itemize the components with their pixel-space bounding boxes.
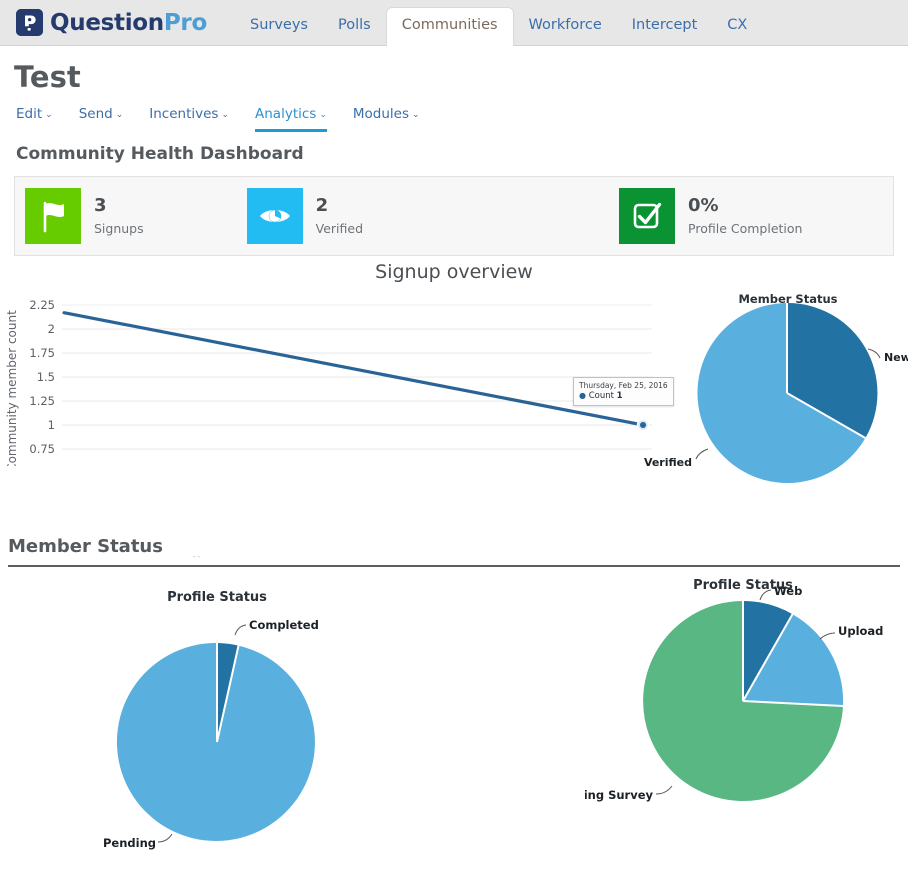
- pie-label-pending: Pending: [103, 836, 156, 850]
- y-tick-label: 2: [48, 322, 55, 336]
- leader-line: [867, 348, 881, 359]
- stat-signups-value: 3: [94, 195, 107, 217]
- chevron-down-icon: ⌄: [319, 110, 327, 120]
- pie-label-qualifying-survey: Qualifying Survey: [585, 788, 654, 802]
- stat-profile-completion-value: 0%: [688, 195, 719, 217]
- leader-line: [695, 448, 709, 460]
- profile-status-left-svg: Profile Status Completed Pending: [103, 590, 319, 850]
- eye-icon-svg: [259, 209, 290, 223]
- menu-item-analytics[interactable]: Analytics ⌄: [255, 106, 327, 132]
- tab-polls[interactable]: Polls: [323, 10, 386, 46]
- pie-slice-pending[interactable]: [116, 642, 315, 841]
- charts-bottom-row: Profile Status Completed Pending Profile…: [0, 567, 908, 872]
- stat-signups-text: 3 Signups: [94, 196, 144, 236]
- y-tick-label: 1.25: [29, 394, 55, 408]
- stat-card-profile-completion[interactable]: 0% Profile Completion: [619, 188, 802, 244]
- y-tick-label: 1.5: [37, 370, 55, 384]
- stat-verified-label: Verified: [315, 220, 364, 236]
- brand-name-question: Question: [50, 9, 164, 36]
- member-status-section-title: Member Status: [8, 536, 163, 557]
- menu-item-incentives[interactable]: Incentives ⌄: [149, 106, 229, 132]
- profile-status-left-title: Profile Status: [167, 590, 267, 605]
- questionpro-mark-svg: [16, 9, 43, 36]
- stat-card-signups[interactable]: 3 Signups: [25, 188, 144, 244]
- stat-signups-label: Signups: [94, 220, 144, 236]
- leader-line: [819, 632, 836, 640]
- pie-label-web: Web: [774, 584, 802, 598]
- stats-summary-bar: 3 Signups 2 Verified 0% Profile Completi…: [14, 176, 894, 256]
- stat-verified-value: 2: [315, 195, 329, 217]
- eye-icon: [246, 188, 303, 244]
- tab-intercept[interactable]: Intercept: [617, 10, 713, 46]
- line-chart-y-axis-title: Community member count: [5, 310, 19, 466]
- checkbox-check-icon: [619, 188, 676, 244]
- tab-surveys[interactable]: Surveys: [235, 10, 323, 46]
- flag-icon-svg: [43, 201, 64, 233]
- menu-item-send-label: Send: [78, 106, 113, 122]
- secondary-menu: Edit ⌄ Send ⌄ Incentives ⌄ Analytics ⌄ Modul…: [0, 94, 908, 132]
- tooltip-bullet-icon: ●: [579, 391, 586, 400]
- primary-nav-tabs: Surveys Polls Communities Workforce Inte…: [235, 0, 762, 46]
- leader-line: [655, 785, 673, 795]
- profile-status-pie-chart-left[interactable]: Profile Status Completed Pending: [60, 572, 390, 876]
- leader-line: [234, 624, 247, 636]
- tooltip-value: 1: [616, 391, 623, 401]
- menu-item-edit[interactable]: Edit ⌄: [16, 106, 53, 132]
- render-artifact: --: [193, 553, 203, 561]
- pie-label-verified: Verified: [644, 456, 692, 469]
- pie-label-new: New: [884, 351, 908, 364]
- y-tick-label: 2.25: [29, 298, 55, 312]
- flag-icon: [25, 188, 81, 244]
- stat-profile-completion-label: Profile Completion: [688, 220, 803, 236]
- signup-line-chart-svg: Community member count 2.25 2 1.75 1.5 1…: [5, 298, 652, 472]
- profile-status-pie-chart-right[interactable]: Profile Status Web Upload Qualifying Sur…: [538, 567, 908, 876]
- stat-card-verified[interactable]: 2 Verified: [246, 188, 363, 244]
- menu-item-edit-label: Edit: [16, 106, 43, 122]
- page-title: Test: [14, 60, 81, 94]
- member-status-pie-chart[interactable]: Member Status New Verified: [640, 286, 908, 515]
- tab-workforce[interactable]: Workforce: [514, 10, 617, 46]
- brand-wordmark: QuestionPro: [50, 10, 207, 36]
- chevron-down-icon: ⌄: [221, 110, 230, 120]
- brand-name-pro: Pro: [163, 9, 207, 36]
- brand-logo[interactable]: QuestionPro: [0, 9, 207, 45]
- menu-item-analytics-label: Analytics: [255, 106, 317, 122]
- leader-line: [157, 833, 173, 843]
- profile-status-right-svg: Profile Status Web Upload Qualifying Sur…: [538, 578, 884, 802]
- top-navigation-bar: QuestionPro Surveys Polls Communities Wo…: [0, 0, 908, 46]
- menu-item-send[interactable]: Send ⌄: [79, 106, 124, 132]
- menu-item-modules-label: Modules: [352, 106, 409, 122]
- line-series-count[interactable]: [62, 311, 645, 427]
- tooltip-series-label: Count: [588, 391, 614, 401]
- chevron-down-icon: ⌄: [115, 110, 124, 120]
- y-tick-label: 0.75: [29, 442, 55, 456]
- pie-label-completed: Completed: [249, 618, 319, 632]
- member-status-pie-svg: Member Status New Verified: [644, 292, 908, 483]
- tab-cx[interactable]: CX: [712, 10, 762, 46]
- stat-profile-completion-text: 0% Profile Completion: [688, 196, 802, 236]
- y-tick-label: 1.75: [29, 346, 55, 360]
- dashboard-title: Community Health Dashboard: [16, 144, 304, 164]
- chevron-down-icon: ⌄: [412, 110, 420, 120]
- y-tick-label: 1: [48, 418, 55, 432]
- signup-overview-title: Signup overview: [375, 261, 533, 283]
- tab-communities[interactable]: Communities: [385, 6, 514, 46]
- questionpro-logo-icon: [16, 9, 43, 36]
- checkbox-check-icon-svg: [633, 202, 662, 229]
- signup-line-chart[interactable]: Community member count 2.25 2 1.75 1.5 1…: [0, 291, 674, 472]
- menu-item-modules[interactable]: Modules ⌄: [353, 106, 420, 132]
- chevron-down-icon: ⌄: [45, 110, 53, 120]
- pie-label-upload: Upload: [838, 624, 883, 638]
- menu-item-incentives-label: Incentives: [149, 106, 219, 122]
- stat-verified-text: 2 Verified: [316, 196, 363, 236]
- charts-top-row: Signup overview Community member count 2…: [0, 256, 908, 531]
